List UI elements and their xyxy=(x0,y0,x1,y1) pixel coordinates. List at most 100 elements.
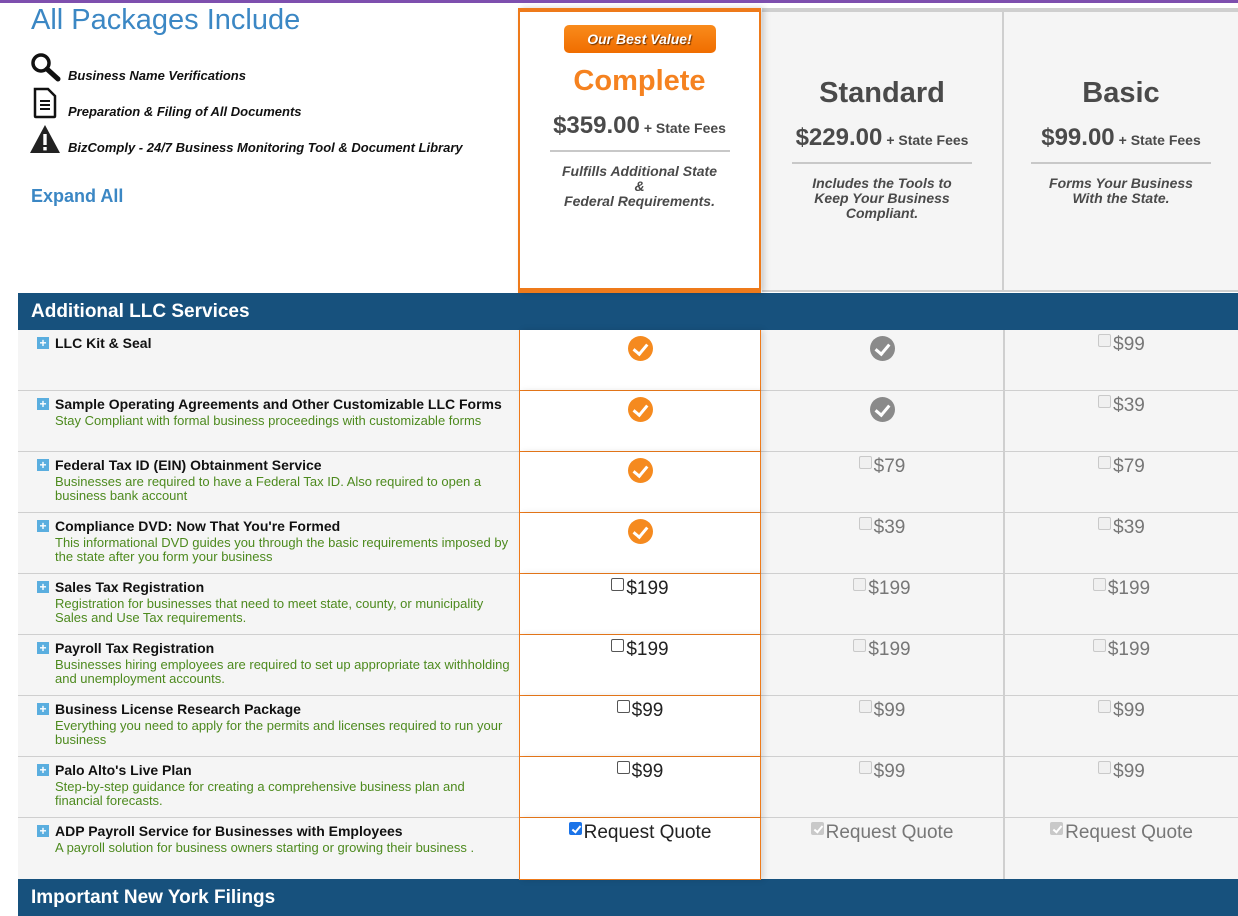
service-name: Palo Alto's Live Plan xyxy=(55,762,192,778)
addon-checkbox xyxy=(810,822,824,835)
service-cell: + Federal Tax ID (EIN) Obtainment Service… xyxy=(18,452,519,512)
addon-checkbox xyxy=(858,517,872,530)
divider xyxy=(792,162,972,164)
addon-price: $39 xyxy=(873,517,906,538)
cell-standard xyxy=(761,391,1003,451)
cell-basic: $199 xyxy=(1003,635,1238,695)
service-cell: + LLC Kit & Seal xyxy=(18,330,519,390)
addon-price: $199 xyxy=(1107,578,1151,599)
addon-price: $39 xyxy=(1113,395,1145,416)
service-name: Payroll Tax Registration xyxy=(55,640,215,656)
package-basic-header[interactable]: Basic $99.00 + State Fees Forms Your Busi… xyxy=(1004,12,1238,290)
feature-item: BizComply - 24/7 Business Monitoring Too… xyxy=(28,122,463,156)
expand-plus-icon[interactable]: + xyxy=(37,459,49,471)
expand-plus-icon[interactable]: + xyxy=(37,703,49,715)
cell-complete xyxy=(519,391,761,452)
expand-plus-icon[interactable]: + xyxy=(37,398,49,410)
addon-checkbox[interactable] xyxy=(568,822,582,835)
addon-price: $199 xyxy=(868,578,911,599)
intro-title: All Packages Include xyxy=(31,4,301,36)
service-description: A payroll solution for business owners s… xyxy=(55,840,475,855)
cell-complete xyxy=(519,513,761,574)
addon-checkbox xyxy=(853,578,867,591)
service-description: Businesses hiring employees are required… xyxy=(55,657,510,686)
addon-option: $199 xyxy=(853,639,911,660)
cell-complete: $199 xyxy=(519,574,761,635)
addon-checkbox[interactable] xyxy=(611,578,625,591)
addon-option[interactable]: $199 xyxy=(611,578,669,599)
price-fees: + State Fees xyxy=(886,132,969,148)
table-row: + Payroll Tax Registration Businesses hiri… xyxy=(18,635,1238,696)
service-description: Everything you need to apply for the per… xyxy=(55,718,503,747)
feature-label: BizComply - 24/7 Business Monitoring Too… xyxy=(68,140,463,155)
feature-label: Preparation & Filing of All Documents xyxy=(68,104,302,119)
addon-option[interactable]: $99 xyxy=(616,700,663,721)
cell-standard: $39 xyxy=(761,513,1003,573)
addon-option: $39 xyxy=(1098,517,1145,538)
addon-price: $99 xyxy=(873,761,906,782)
addon-checkbox xyxy=(1050,822,1064,835)
cell-standard: $199 xyxy=(761,574,1003,634)
addon-option[interactable]: $199 xyxy=(611,639,669,660)
cell-basic: $99 xyxy=(1003,757,1238,817)
expand-all-link[interactable]: Expand All xyxy=(31,186,123,207)
table-row: + Compliance DVD: Now That You're Formed T… xyxy=(18,513,1238,574)
expand-plus-icon[interactable]: + xyxy=(37,764,49,776)
addon-option: $79 xyxy=(1098,456,1145,477)
addon-checkbox[interactable] xyxy=(616,700,630,713)
addon-option: $199 xyxy=(853,578,911,599)
warning-icon xyxy=(28,122,62,156)
table-row: + Sales Tax Registration Registration for … xyxy=(18,574,1238,635)
package-description: Fulfills Additional State & Federal Requ… xyxy=(520,164,759,209)
included-check-icon xyxy=(627,397,653,422)
cell-complete: $99 xyxy=(519,757,761,818)
expand-plus-icon[interactable]: + xyxy=(37,642,49,654)
addon-price: $79 xyxy=(873,456,906,477)
package-standard-header[interactable]: Standard $229.00 + State Fees Includes th… xyxy=(762,12,1002,290)
cell-complete xyxy=(519,452,761,513)
magnifier-icon xyxy=(28,50,62,84)
expand-plus-icon[interactable]: + xyxy=(37,337,49,349)
package-description: Includes the Tools to Keep Your Business… xyxy=(812,175,952,221)
service-description: Businesses are required to have a Federa… xyxy=(55,474,482,503)
addon-checkbox[interactable] xyxy=(611,639,625,652)
addon-checkbox xyxy=(1098,334,1112,347)
service-name: Federal Tax ID (EIN) Obtainment Service xyxy=(55,457,322,473)
service-name: Sample Operating Agreements and Other Cu… xyxy=(55,396,502,412)
feature-item: Preparation & Filing of All Documents xyxy=(28,86,302,120)
service-description: Stay Compliant with formal business proc… xyxy=(55,413,482,428)
services-table: + LLC Kit & Seal $99 + Sample Operating Agre… xyxy=(18,330,1238,880)
included-check-icon xyxy=(869,397,895,422)
cell-basic: Request Quote xyxy=(1003,818,1238,879)
addon-checkbox[interactable] xyxy=(616,761,630,774)
addon-price: Request Quote xyxy=(583,822,712,843)
addon-price: Request Quote xyxy=(1065,822,1193,843)
package-name: Standard xyxy=(819,77,945,109)
addon-option[interactable]: $99 xyxy=(616,761,663,782)
expand-plus-icon[interactable]: + xyxy=(37,825,49,837)
addon-option: $99 xyxy=(858,761,906,782)
table-row: + Sample Operating Agreements and Other C… xyxy=(18,391,1238,452)
service-cell: + Sales Tax Registration Registration for … xyxy=(18,574,519,634)
addon-checkbox xyxy=(1098,517,1112,530)
expand-plus-icon[interactable]: + xyxy=(37,581,49,593)
addon-checkbox xyxy=(858,700,872,713)
price-fees: + State Fees xyxy=(1118,132,1201,148)
cell-complete xyxy=(519,330,761,391)
addon-option[interactable]: Request Quote xyxy=(568,822,712,843)
service-name: Business License Research Package xyxy=(55,701,301,717)
desc-line: Federal Requirements. xyxy=(564,193,715,209)
service-cell: + Compliance DVD: Now That You're Formed T… xyxy=(18,513,519,573)
best-value-badge: Our Best Value! xyxy=(563,25,716,53)
expand-plus-icon[interactable]: + xyxy=(37,520,49,532)
price-amount: $99.00 xyxy=(1041,124,1115,151)
service-cell: + ADP Payroll Service for Businesses with… xyxy=(18,818,519,879)
addon-checkbox xyxy=(853,639,867,652)
addon-option: $199 xyxy=(1092,639,1150,660)
service-name: Sales Tax Registration xyxy=(55,579,205,595)
service-description: This informational DVD guides you throug… xyxy=(55,535,509,564)
package-complete-header[interactable]: Our Best Value! Complete $359.00 + State … xyxy=(518,8,761,293)
cell-standard: $199 xyxy=(761,635,1003,695)
package-name: Basic xyxy=(1082,77,1160,109)
cell-basic: $199 xyxy=(1003,574,1238,634)
